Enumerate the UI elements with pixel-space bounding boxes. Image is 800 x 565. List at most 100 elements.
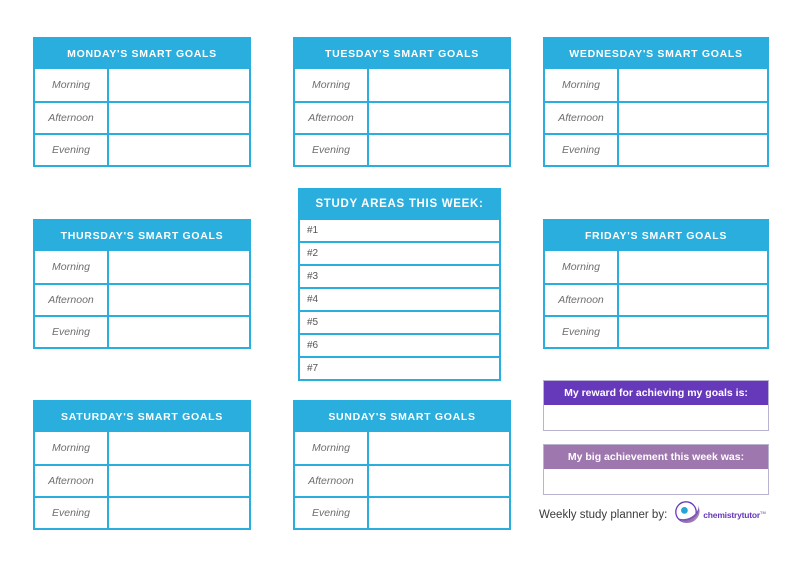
achievement-input[interactable] (544, 469, 768, 494)
day-field-sunday-evening[interactable] (369, 498, 509, 528)
day-card-title-friday: FRIDAY'S SMART GOALS (545, 221, 767, 251)
day-row-monday-morning: Morning (35, 69, 249, 101)
day-card-title-monday: MONDAY'S SMART GOALS (35, 39, 249, 69)
day-rows-sunday: Morning Afternoon Evening (295, 432, 509, 528)
row-label-evening: Evening (35, 317, 109, 347)
row-label-evening: Evening (295, 135, 369, 165)
day-rows-monday: Morning Afternoon Evening (35, 69, 249, 165)
row-label-evening: Evening (545, 317, 619, 347)
day-card-sunday: SUNDAY'S SMART GOALS Morning Afternoon E… (293, 400, 511, 530)
day-card-monday: MONDAY'S SMART GOALS Morning Afternoon E… (33, 37, 251, 167)
day-card-title-sunday: SUNDAY'S SMART GOALS (295, 402, 509, 432)
row-label-morning: Morning (295, 69, 369, 101)
day-row-friday-evening: Evening (545, 315, 767, 347)
row-label-morning: Morning (35, 432, 109, 464)
day-field-thursday-afternoon[interactable] (109, 285, 249, 315)
day-row-wednesday-morning: Morning (545, 69, 767, 101)
row-label-morning: Morning (545, 251, 619, 283)
study-area-row[interactable]: #4 (300, 287, 499, 310)
brand-name-text: chemistrytutor (703, 509, 760, 520)
row-label-afternoon: Afternoon (295, 103, 369, 133)
day-row-saturday-afternoon: Afternoon (35, 464, 249, 496)
study-area-row[interactable]: #3 (300, 264, 499, 287)
day-card-saturday: SATURDAY'S SMART GOALS Morning Afternoon… (33, 400, 251, 530)
day-row-sunday-afternoon: Afternoon (295, 464, 509, 496)
day-field-sunday-afternoon[interactable] (369, 466, 509, 496)
day-rows-saturday: Morning Afternoon Evening (35, 432, 249, 528)
day-field-wednesday-morning[interactable] (619, 69, 767, 101)
chemistrytutor-wordmark: chemistrytutorTM (703, 510, 766, 520)
study-area-row[interactable]: #5 (300, 310, 499, 333)
day-card-title-tuesday: TUESDAY'S SMART GOALS (295, 39, 509, 69)
study-area-number: #2 (307, 248, 319, 259)
row-label-morning: Morning (295, 432, 369, 464)
day-field-sunday-morning[interactable] (369, 432, 509, 464)
row-label-afternoon: Afternoon (35, 285, 109, 315)
row-label-morning: Morning (545, 69, 619, 101)
day-rows-wednesday: Morning Afternoon Evening (545, 69, 767, 165)
day-rows-friday: Morning Afternoon Evening (545, 251, 767, 347)
day-row-saturday-evening: Evening (35, 496, 249, 528)
study-areas-card: STUDY AREAS THIS WEEK: #1 #2 #3 #4 #5 #6… (298, 188, 501, 381)
day-row-wednesday-afternoon: Afternoon (545, 101, 767, 133)
day-field-tuesday-evening[interactable] (369, 135, 509, 165)
reward-input[interactable] (544, 405, 768, 430)
day-row-sunday-morning: Morning (295, 432, 509, 464)
day-field-thursday-morning[interactable] (109, 251, 249, 283)
row-label-evening: Evening (295, 498, 369, 528)
trademark-symbol: TM (760, 509, 766, 515)
day-field-wednesday-afternoon[interactable] (619, 103, 767, 133)
study-area-number: #1 (307, 225, 319, 236)
day-row-sunday-evening: Evening (295, 496, 509, 528)
day-field-friday-evening[interactable] (619, 317, 767, 347)
day-card-title-wednesday: WEDNESDAY'S SMART GOALS (545, 39, 767, 69)
day-card-wednesday: WEDNESDAY'S SMART GOALS Morning Afternoo… (543, 37, 769, 167)
day-row-tuesday-morning: Morning (295, 69, 509, 101)
day-field-tuesday-morning[interactable] (369, 69, 509, 101)
day-row-friday-afternoon: Afternoon (545, 283, 767, 315)
study-area-row[interactable]: #6 (300, 333, 499, 356)
day-field-wednesday-evening[interactable] (619, 135, 767, 165)
day-field-friday-afternoon[interactable] (619, 285, 767, 315)
weekly-study-planner: MONDAY'S SMART GOALS Morning Afternoon E… (0, 0, 800, 565)
day-row-tuesday-afternoon: Afternoon (295, 101, 509, 133)
study-area-row[interactable]: #7 (300, 356, 499, 379)
row-label-afternoon: Afternoon (295, 466, 369, 496)
day-field-monday-morning[interactable] (109, 69, 249, 101)
day-rows-thursday: Morning Afternoon Evening (35, 251, 249, 347)
reward-card-title: My reward for achieving my goals is: (544, 381, 768, 405)
study-area-number: #7 (307, 363, 319, 374)
reward-card: My reward for achieving my goals is: (543, 380, 769, 431)
row-label-afternoon: Afternoon (35, 466, 109, 496)
row-label-evening: Evening (35, 498, 109, 528)
day-field-friday-morning[interactable] (619, 251, 767, 283)
row-label-morning: Morning (35, 251, 109, 283)
study-area-row[interactable]: #2 (300, 241, 499, 264)
chemistrytutor-swirl-icon (675, 500, 701, 529)
row-label-afternoon: Afternoon (545, 103, 619, 133)
day-field-saturday-morning[interactable] (109, 432, 249, 464)
row-label-evening: Evening (35, 135, 109, 165)
chemistrytutor-logo[interactable]: chemistrytutorTM (675, 500, 766, 529)
day-row-wednesday-evening: Evening (545, 133, 767, 165)
day-field-monday-evening[interactable] (109, 135, 249, 165)
day-row-thursday-evening: Evening (35, 315, 249, 347)
study-area-number: #6 (307, 340, 319, 351)
study-areas-title: STUDY AREAS THIS WEEK: (300, 190, 499, 218)
day-row-saturday-morning: Morning (35, 432, 249, 464)
day-field-saturday-evening[interactable] (109, 498, 249, 528)
study-area-row[interactable]: #1 (300, 218, 499, 241)
day-row-monday-afternoon: Afternoon (35, 101, 249, 133)
study-area-number: #5 (307, 317, 319, 328)
day-field-monday-afternoon[interactable] (109, 103, 249, 133)
day-field-saturday-afternoon[interactable] (109, 466, 249, 496)
day-row-thursday-afternoon: Afternoon (35, 283, 249, 315)
achievement-card-title: My big achievement this week was: (544, 445, 768, 469)
day-row-friday-morning: Morning (545, 251, 767, 283)
day-card-title-thursday: THURSDAY'S SMART GOALS (35, 221, 249, 251)
achievement-card: My big achievement this week was: (543, 444, 769, 495)
footer-credit-text: Weekly study planner by: (539, 508, 668, 521)
study-area-number: #3 (307, 271, 319, 282)
day-field-thursday-evening[interactable] (109, 317, 249, 347)
day-field-tuesday-afternoon[interactable] (369, 103, 509, 133)
